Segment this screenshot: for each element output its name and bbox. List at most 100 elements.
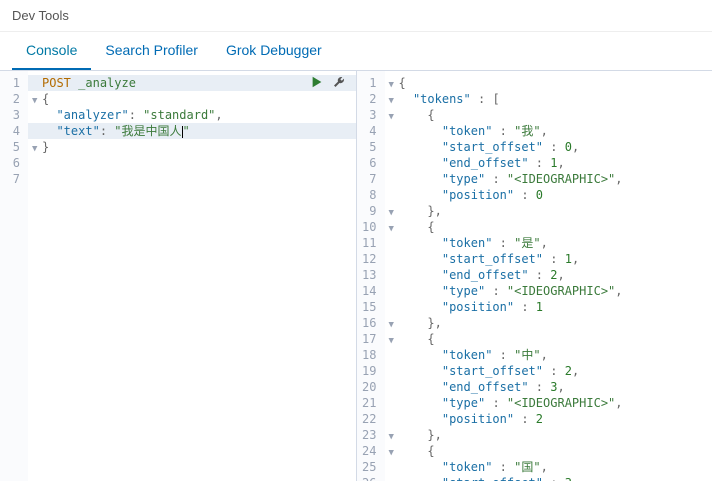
code-line[interactable]: "start_offset" : 1, — [385, 251, 712, 267]
line-number: 5 — [361, 139, 377, 155]
code-token — [399, 204, 428, 218]
line-number: 3 — [361, 107, 377, 123]
code-line[interactable]: "analyzer": "standard", — [28, 107, 356, 123]
line-number: 1 — [361, 75, 377, 91]
code-token: "<IDEOGRAPHIC>" — [507, 396, 615, 410]
line-number: 7 — [361, 171, 377, 187]
code-token: , — [572, 476, 579, 481]
code-token: "token" — [442, 348, 493, 362]
code-line[interactable]: "start_offset" : 2, — [385, 363, 712, 379]
code-token — [399, 252, 442, 266]
code-token: : — [543, 476, 565, 481]
code-token: "start_offset" — [442, 140, 543, 154]
code-token: , — [541, 236, 548, 250]
code-line[interactable]: "start_offset" : 3, — [385, 475, 712, 481]
code-line[interactable]: "start_offset" : 0, — [385, 139, 712, 155]
response-editor[interactable]: 1234567891011121314151617181920212223242… — [357, 71, 712, 481]
wrench-icon[interactable] — [332, 75, 346, 89]
code-token: "start_offset" — [442, 252, 543, 266]
code-line[interactable]: "token" : "国", — [385, 459, 712, 475]
code-token: , — [615, 396, 622, 410]
code-token — [399, 428, 428, 442]
code-line[interactable]: "type" : "<IDEOGRAPHIC>", — [385, 395, 712, 411]
code-token — [399, 476, 442, 481]
code-line[interactable]: POST _analyze — [28, 75, 356, 91]
code-token: 1 — [536, 300, 543, 314]
code-line[interactable]: ▼ { — [385, 107, 712, 123]
code-token: , — [557, 156, 564, 170]
line-number: 21 — [361, 395, 377, 411]
code-line[interactable]: "position" : 1 — [385, 299, 712, 315]
code-token: , — [541, 460, 548, 474]
code-token: "position" — [442, 300, 514, 314]
code-token: , — [615, 172, 622, 186]
request-editor[interactable]: 1234567 POST _analyze▼{ "analyzer": "sta… — [0, 71, 356, 481]
line-number: 24 — [361, 443, 377, 459]
code-line[interactable]: ▼ { — [385, 331, 712, 347]
code-token: , — [615, 284, 622, 298]
code-token — [399, 156, 442, 170]
code-line[interactable]: ▼ { — [385, 443, 712, 459]
code-line[interactable]: "token" : "我", — [385, 123, 712, 139]
line-number: 18 — [361, 347, 377, 363]
code-token: : — [485, 284, 507, 298]
line-number: 13 — [361, 267, 377, 283]
code-token: : — [543, 140, 565, 154]
code-token — [399, 460, 442, 474]
code-token: "tokens" — [413, 92, 471, 106]
code-line[interactable]: "token" : "是", — [385, 235, 712, 251]
code-line[interactable]: "end_offset" : 3, — [385, 379, 712, 395]
code-line[interactable]: ▼ }, — [385, 427, 712, 443]
code-line[interactable]: ▼{ — [28, 91, 356, 107]
line-number: 1 — [4, 75, 20, 91]
code-token: , — [557, 380, 564, 394]
line-number: 3 — [4, 107, 20, 123]
code-token: "token" — [442, 124, 493, 138]
code-line[interactable]: ▼{ — [385, 75, 712, 91]
line-number: 12 — [361, 251, 377, 267]
code-token: , — [215, 108, 222, 122]
code-token — [42, 108, 56, 122]
code-token: : — [485, 396, 507, 410]
code-line[interactable]: ▼ }, — [385, 203, 712, 219]
code-line[interactable]: "end_offset" : 1, — [385, 155, 712, 171]
play-icon[interactable] — [310, 75, 324, 89]
code-token: "token" — [442, 460, 493, 474]
code-token: "token" — [442, 236, 493, 250]
code-line[interactable]: "token" : "中", — [385, 347, 712, 363]
code-token — [399, 348, 442, 362]
code-token: "position" — [442, 188, 514, 202]
line-number: 6 — [4, 155, 20, 171]
code-token: : — [529, 268, 551, 282]
response-pane: 1234567891011121314151617181920212223242… — [357, 71, 712, 481]
code-line[interactable] — [28, 155, 356, 171]
code-token: }, — [427, 428, 441, 442]
code-line[interactable]: ▼ { — [385, 219, 712, 235]
code-token: { — [427, 108, 434, 122]
code-token — [399, 364, 442, 378]
code-token: { — [427, 332, 434, 346]
line-number: 19 — [361, 363, 377, 379]
code-line[interactable]: "position" : 0 — [385, 187, 712, 203]
code-line[interactable]: "type" : "<IDEOGRAPHIC>", — [385, 283, 712, 299]
code-token: , — [541, 348, 548, 362]
line-number: 11 — [361, 235, 377, 251]
code-line[interactable]: "end_offset" : 2, — [385, 267, 712, 283]
code-token — [399, 332, 428, 346]
code-token: "type" — [442, 396, 485, 410]
code-line[interactable]: "position" : 2 — [385, 411, 712, 427]
code-line[interactable]: "type" : "<IDEOGRAPHIC>", — [385, 171, 712, 187]
code-line[interactable] — [28, 171, 356, 187]
code-token: "中" — [514, 348, 540, 362]
code-line[interactable]: ▼ }, — [385, 315, 712, 331]
code-token: : — [543, 364, 565, 378]
tab-search-profiler[interactable]: Search Profiler — [91, 32, 212, 70]
code-line[interactable]: ▼ "tokens" : [ — [385, 91, 712, 107]
code-token: "我是中国人 — [114, 124, 181, 138]
code-token: : — [514, 300, 536, 314]
line-number: 8 — [361, 187, 377, 203]
code-line[interactable]: ▼} — [28, 139, 356, 155]
tab-console[interactable]: Console — [12, 32, 91, 70]
code-line[interactable]: "text": "我是中国人" — [28, 123, 356, 139]
tab-grok-debugger[interactable]: Grok Debugger — [212, 32, 336, 70]
